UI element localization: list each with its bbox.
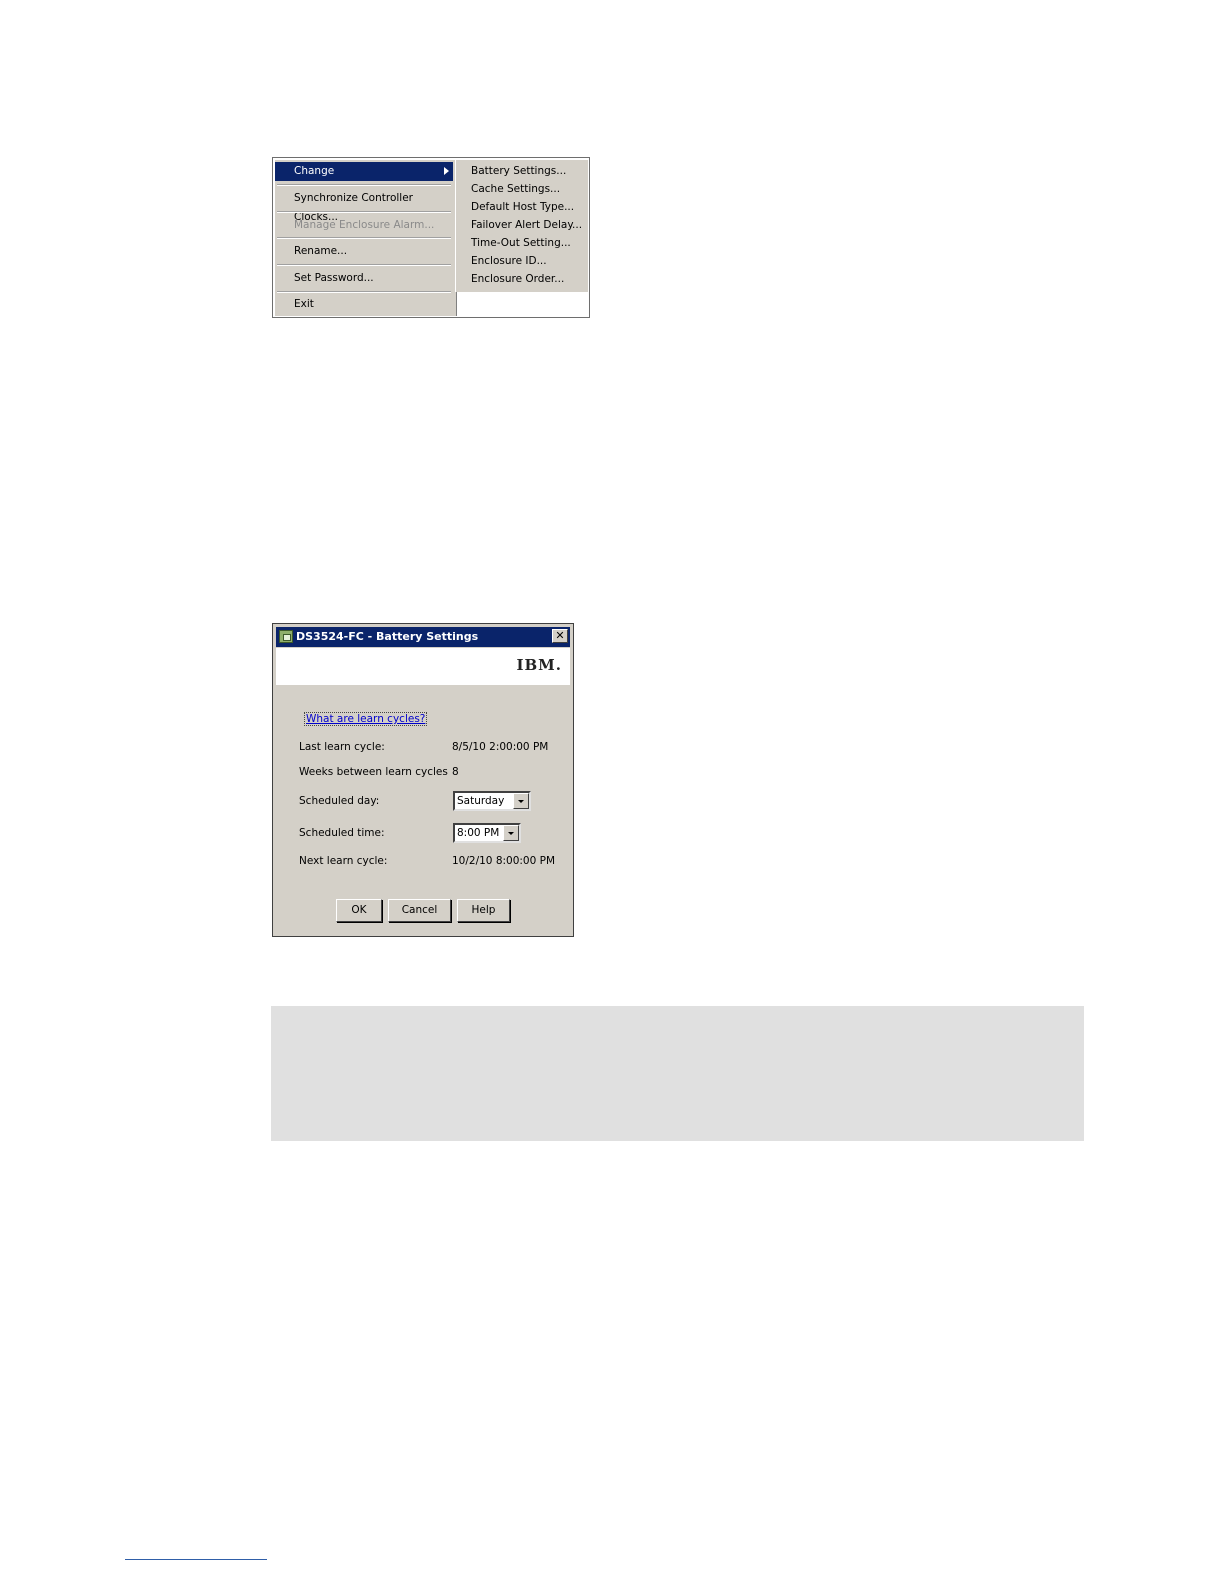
submenu-item-failover-alert-delay[interactable]: Failover Alert Delay... (456, 216, 588, 234)
submenu-item-battery-settings[interactable]: Battery Settings... (456, 162, 588, 180)
submenu-item-enclosure-id[interactable]: Enclosure ID... (456, 252, 588, 270)
change-submenu: Battery Settings... Cache Settings... De… (455, 160, 588, 292)
menu-separator (277, 237, 451, 239)
menu-separator (277, 264, 451, 266)
menu-separator (277, 211, 451, 213)
menu-item-set-password[interactable]: Set Password... (275, 269, 453, 288)
menu-item-label: Exit (294, 298, 314, 310)
close-button[interactable]: ✕ (552, 629, 568, 643)
submenu-arrow-icon (444, 167, 449, 175)
submenu-item-enclosure-order[interactable]: Enclosure Order... (456, 270, 588, 288)
next-learn-cycle-label: Next learn cycle: (299, 855, 388, 867)
cancel-button[interactable]: Cancel (388, 899, 451, 922)
chevron-down-icon[interactable] (513, 793, 529, 809)
storage-manager-icon (279, 630, 293, 643)
menu-separator (277, 291, 451, 293)
submenu-item-time-out-setting[interactable]: Time-Out Setting... (456, 234, 588, 252)
context-menu-screenshot: Change Synchronize Controller Clocks... … (272, 157, 590, 318)
menu-item-manage-enclosure-alarm: Manage Enclosure Alarm... (275, 216, 453, 235)
scheduled-day-label: Scheduled day: (299, 795, 380, 807)
last-learn-cycle-label: Last learn cycle: (299, 741, 385, 753)
last-learn-cycle-value: 8/5/10 2:00:00 PM (452, 741, 549, 753)
scheduled-time-value: 8:00 PM (457, 827, 500, 839)
menu-item-label: Change (294, 165, 335, 177)
help-button[interactable]: Help (457, 899, 510, 922)
battery-settings-dialog: DS3524-FC - Battery Settings ✕ IBM. What… (272, 623, 574, 937)
weeks-between-label: Weeks between learn cycles (299, 766, 448, 778)
menu-item-change[interactable]: Change (275, 162, 453, 181)
menu-item-label: Manage Enclosure Alarm... (294, 219, 435, 231)
footnote-divider (125, 1559, 267, 1560)
menu-item-label: Rename... (294, 245, 348, 257)
main-menu: Change Synchronize Controller Clocks... … (275, 160, 457, 316)
menu-separator (277, 184, 451, 186)
menu-item-label: Set Password... (294, 272, 374, 284)
scheduled-day-value: Saturday (457, 795, 505, 807)
menu-item-synchronize-clocks[interactable]: Synchronize Controller Clocks... (275, 189, 453, 223)
dialog-title-bar[interactable]: DS3524-FC - Battery Settings ✕ (276, 627, 570, 647)
weeks-between-value: 8 (452, 766, 459, 778)
learn-cycles-help-link[interactable]: What are learn cycles? (304, 712, 428, 726)
scheduled-day-select[interactable]: Saturday (453, 791, 531, 811)
scheduled-time-label: Scheduled time: (299, 827, 385, 839)
dialog-banner: IBM. (276, 648, 570, 685)
submenu-item-cache-settings[interactable]: Cache Settings... (456, 180, 588, 198)
ibm-logo: IBM. (516, 656, 562, 674)
menu-item-exit[interactable]: Exit (275, 295, 453, 314)
scheduled-time-spinner[interactable]: 8:00 PM (453, 823, 521, 843)
menu-item-rename[interactable]: Rename... (275, 242, 453, 261)
chevron-down-icon[interactable] (503, 825, 519, 841)
submenu-item-default-host-type[interactable]: Default Host Type... (456, 198, 588, 216)
dialog-title: DS3524-FC - Battery Settings (296, 630, 479, 643)
next-learn-cycle-value: 10/2/10 8:00:00 PM (452, 855, 556, 867)
note-box (271, 1006, 1084, 1141)
ok-button[interactable]: OK (336, 899, 382, 922)
